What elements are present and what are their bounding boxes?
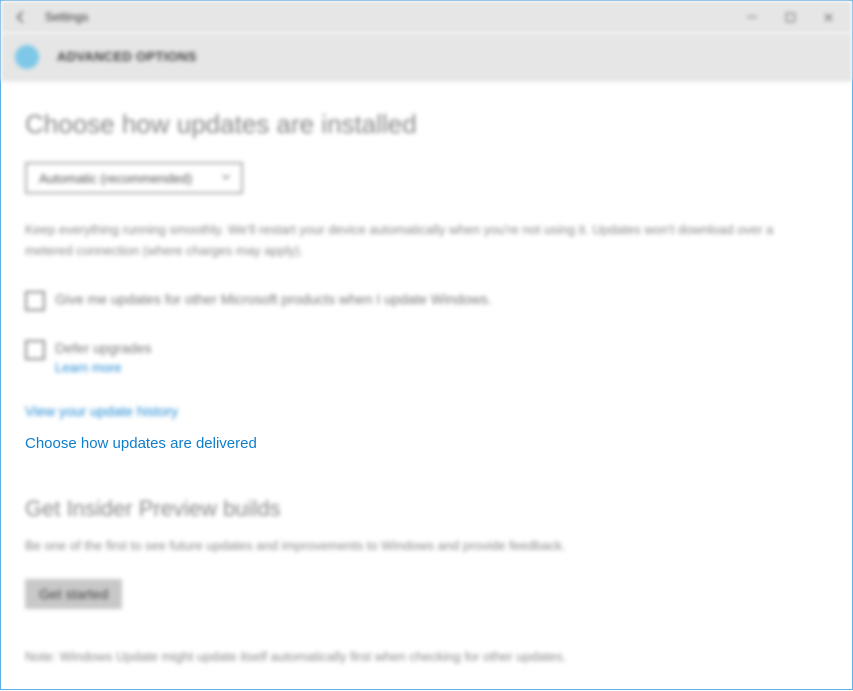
- section-choose-install-title: Choose how updates are installed: [25, 109, 828, 140]
- checkbox-other-products[interactable]: [25, 291, 45, 311]
- get-started-button[interactable]: Get started: [25, 579, 122, 609]
- titlebar: Settings: [1, 1, 852, 33]
- chevron-down-icon: [221, 172, 231, 185]
- delivery-link[interactable]: Choose how updates are delivered: [25, 435, 828, 452]
- header-icon: [15, 45, 39, 69]
- install-mode-dropdown[interactable]: Automatic (recommended): [25, 162, 243, 194]
- install-mode-description: Keep everything running smoothly. We'll …: [25, 220, 785, 262]
- maximize-button[interactable]: [782, 9, 798, 25]
- checkbox-defer-upgrades[interactable]: [25, 340, 45, 360]
- checkbox-defer-label: Defer upgrades: [55, 339, 152, 359]
- content-area: Choose how updates are installed Automat…: [1, 81, 852, 691]
- window-title: Settings: [45, 10, 88, 24]
- update-note: Note: Windows Update might update itself…: [25, 649, 828, 664]
- learn-more-link[interactable]: Learn more: [55, 360, 152, 375]
- checkbox-other-products-label: Give me updates for other Microsoft prod…: [55, 290, 492, 310]
- minimize-button[interactable]: [744, 9, 760, 25]
- checkbox-other-products-row: Give me updates for other Microsoft prod…: [25, 290, 828, 311]
- checkbox-defer-row: Defer upgrades Learn more: [25, 339, 828, 376]
- back-button[interactable]: [11, 7, 31, 27]
- page-title: ADVANCED OPTIONS: [57, 49, 197, 64]
- dropdown-selected-label: Automatic (recommended): [39, 171, 192, 186]
- insider-description: Be one of the first to see future update…: [25, 536, 785, 557]
- section-insider-title: Get Insider Preview builds: [25, 496, 828, 522]
- window-controls: [744, 9, 846, 25]
- page-header: ADVANCED OPTIONS: [1, 33, 852, 81]
- view-history-link[interactable]: View your update history: [25, 403, 828, 419]
- titlebar-left: Settings: [11, 7, 88, 27]
- close-button[interactable]: [820, 9, 836, 25]
